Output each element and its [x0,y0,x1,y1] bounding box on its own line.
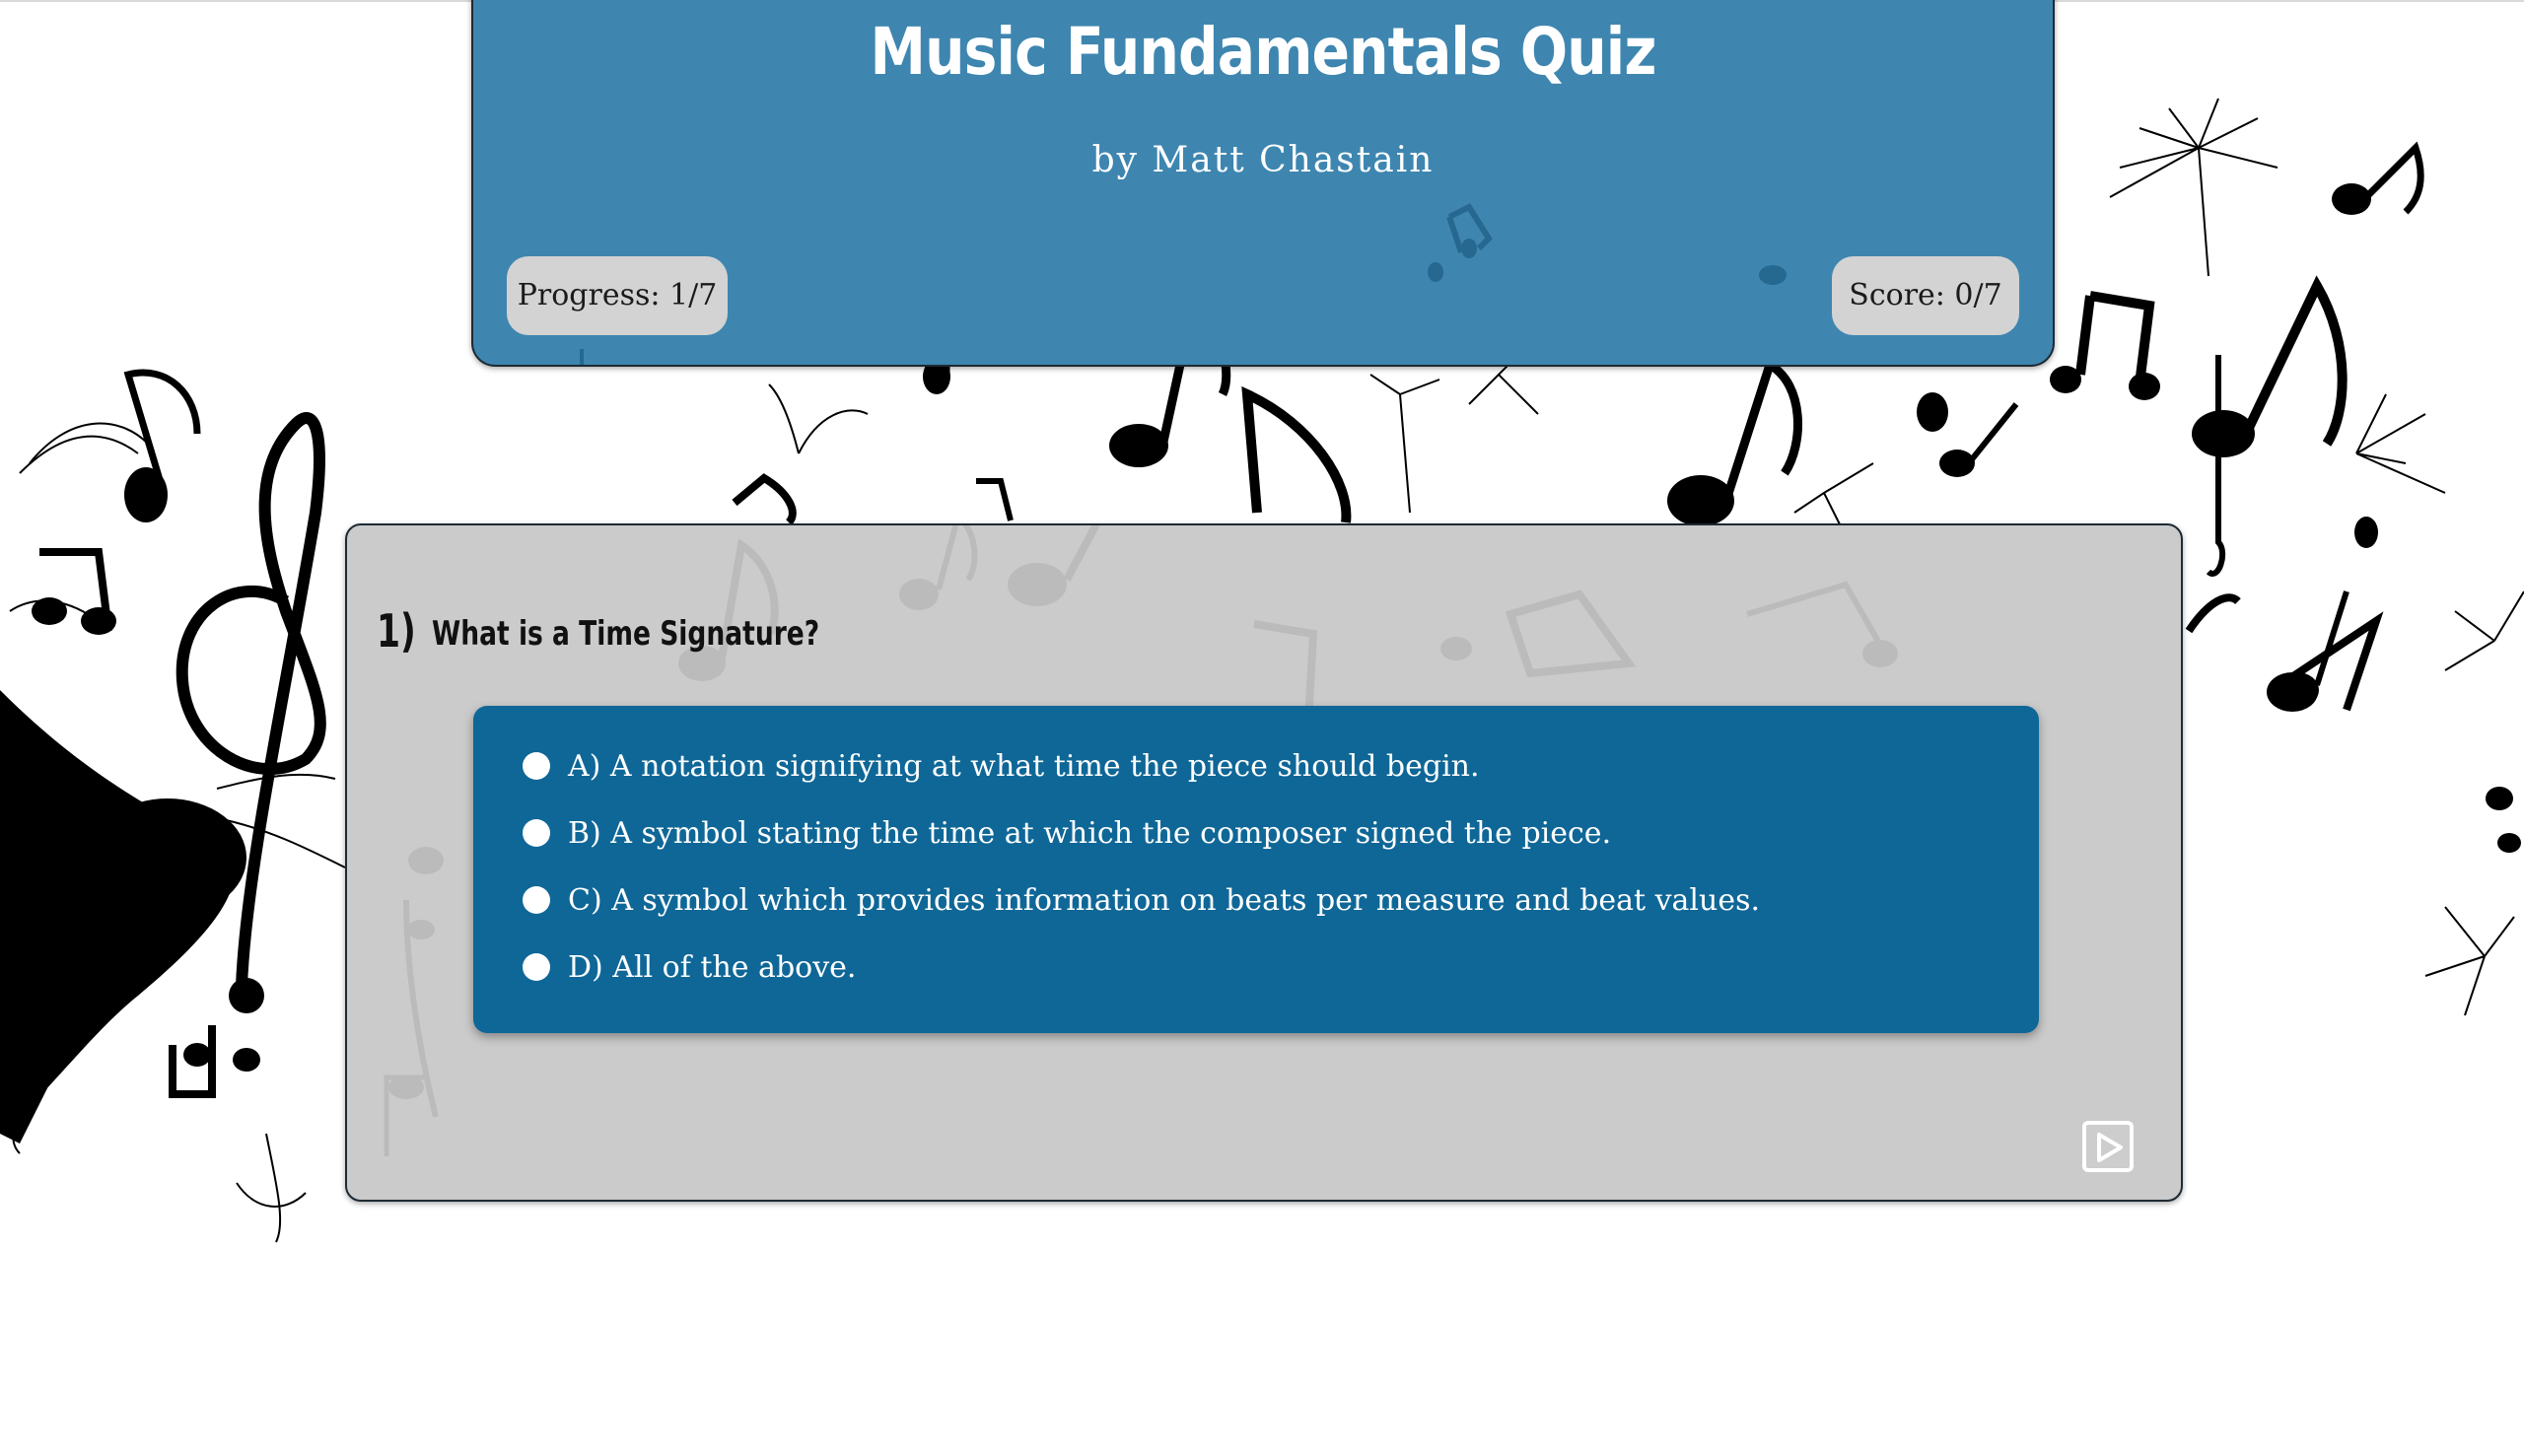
answer-option-c[interactable]: C) A symbol which provides information o… [523,872,1760,928]
answer-options-box: A) A notation signifying at what time th… [473,706,2039,1033]
score-badge: Score: 0/7 [1832,256,2019,335]
play-next-icon [2097,1133,2123,1162]
question-text: What is a Time Signature? [432,614,820,654]
answer-option-label: C) A symbol which provides information o… [568,882,1761,918]
answer-option-d[interactable]: D) All of the above. [523,939,856,995]
question-number: 1) [377,604,416,658]
next-question-button[interactable] [2082,1121,2134,1172]
radio-button[interactable] [523,953,550,981]
progress-badge: Progress: 1/7 [507,256,728,335]
quiz-page: Music Fundamentals Quiz by Matt Chastain… [0,0,2524,1456]
quiz-header: Music Fundamentals Quiz by Matt Chastain… [471,0,2055,367]
radio-button[interactable] [523,819,550,847]
answer-option-label: A) A notation signifying at what time th… [568,748,1480,784]
answer-option-a[interactable]: A) A notation signifying at what time th… [523,738,1480,794]
quiz-title: Music Fundamentals Quiz [870,14,1656,90]
answer-option-label: B) A symbol stating the time at which th… [568,815,1612,851]
answer-option-b[interactable]: B) A symbol stating the time at which th… [523,805,1611,861]
answer-option-label: D) All of the above. [568,949,857,985]
quiz-author: by Matt Chastain [1091,140,1435,180]
radio-button[interactable] [523,752,550,780]
radio-button[interactable] [523,886,550,914]
question-panel: 1) What is a Time Signature? A) A notati… [345,523,2183,1202]
